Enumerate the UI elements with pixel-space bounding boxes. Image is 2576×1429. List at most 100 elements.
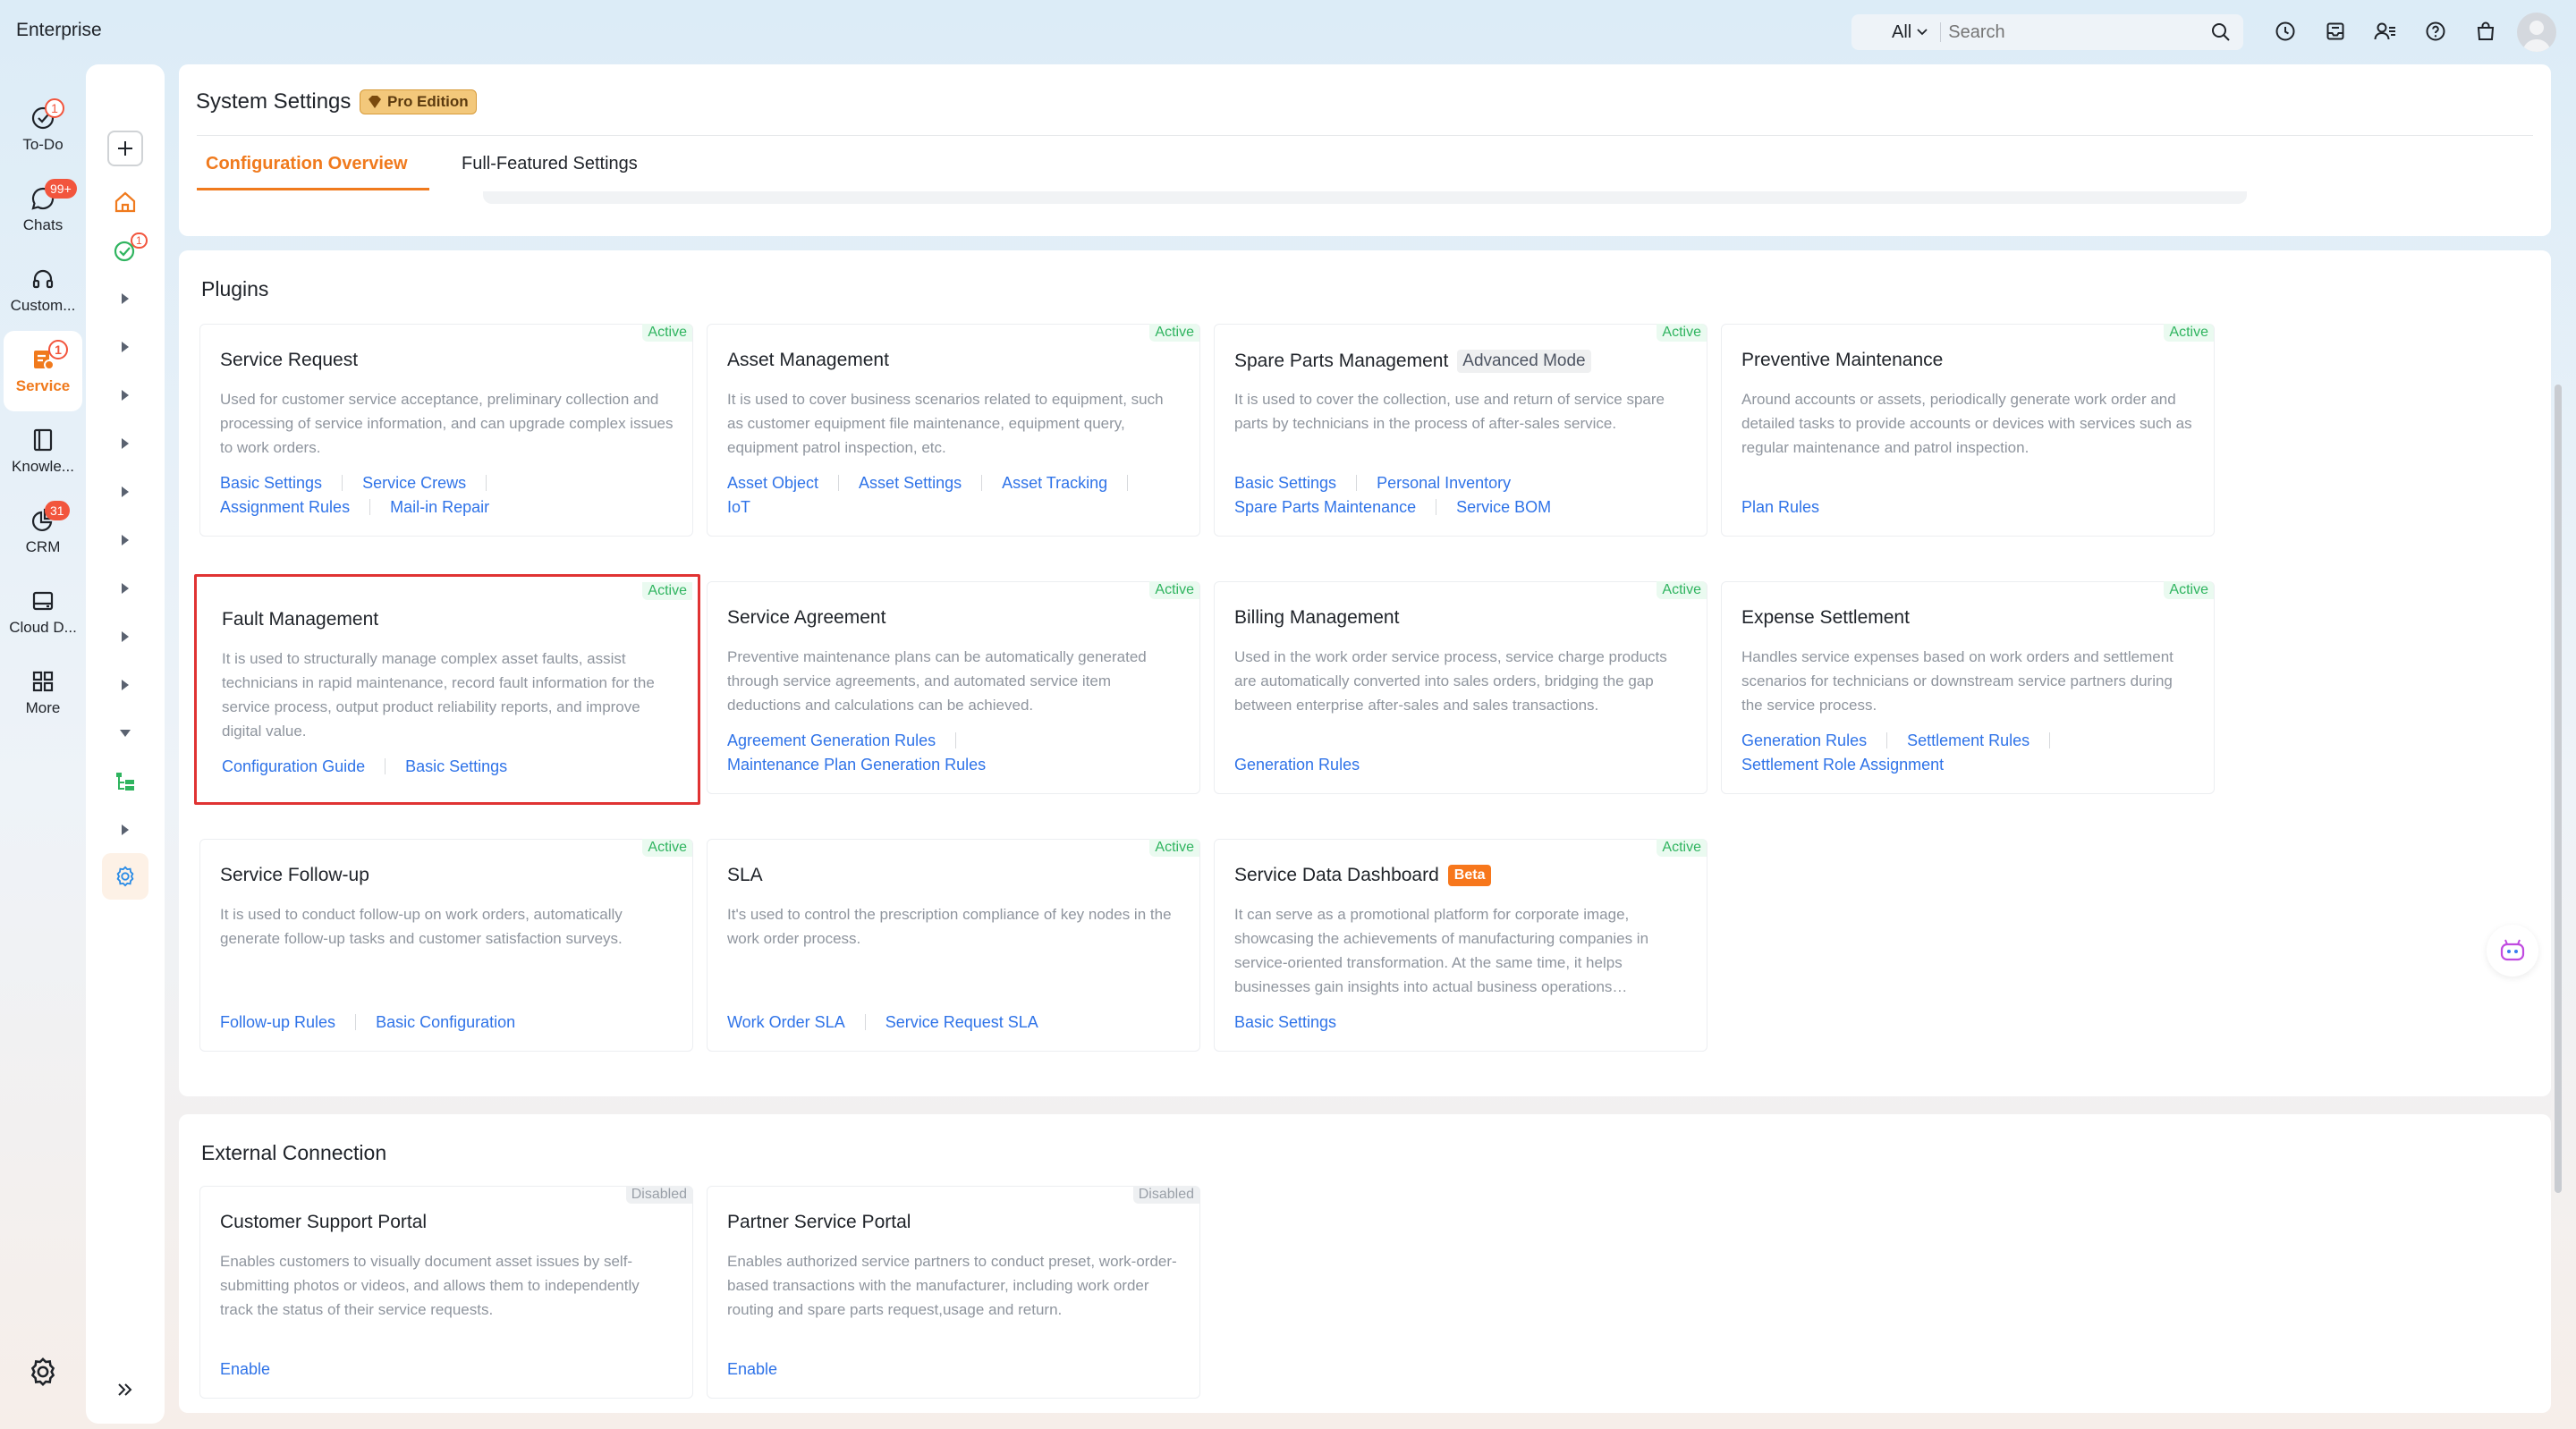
link-agreement-generation-rules[interactable]: Agreement Generation Rules bbox=[727, 731, 936, 749]
global-search[interactable]: All bbox=[1852, 14, 2243, 50]
todo-check-icon[interactable]: 1 bbox=[86, 233, 165, 268]
link-spare-parts-maintenance[interactable]: Spare Parts Maintenance bbox=[1234, 498, 1416, 516]
headset-icon bbox=[32, 269, 54, 289]
link-settlement-rules[interactable]: Settlement Rules bbox=[1907, 731, 2029, 749]
card-description: It can serve as a promotional platform f… bbox=[1234, 906, 1649, 995]
inbox-icon[interactable] bbox=[2322, 18, 2349, 45]
nav-label: Cloud D... bbox=[9, 619, 77, 636]
link-asset-settings[interactable]: Asset Settings bbox=[859, 474, 962, 492]
link-plan-rules[interactable]: Plan Rules bbox=[1741, 498, 1819, 516]
store-icon[interactable] bbox=[2472, 18, 2499, 45]
caret-right-icon[interactable] bbox=[86, 571, 165, 606]
caret-right-icon[interactable] bbox=[86, 619, 165, 655]
tree-list-icon[interactable] bbox=[86, 764, 165, 799]
enable-link[interactable]: Enable bbox=[220, 1360, 270, 1378]
nav-label: Custom... bbox=[10, 297, 76, 314]
home-icon[interactable] bbox=[86, 184, 165, 220]
link-configuration-guide[interactable]: Configuration Guide bbox=[222, 757, 365, 775]
diamond-icon bbox=[369, 96, 381, 108]
caret-down-icon[interactable] bbox=[86, 715, 165, 751]
nav-label: Service bbox=[15, 377, 71, 394]
link-service-crews[interactable]: Service Crews bbox=[362, 474, 466, 492]
assistant-bot-icon[interactable] bbox=[2487, 925, 2538, 977]
search-icon[interactable] bbox=[2211, 22, 2231, 42]
status-badge: Active bbox=[642, 582, 692, 600]
plugin-card-sla: Active SLA It's used to control the pres… bbox=[707, 839, 1200, 1052]
link-work-order-sla[interactable]: Work Order SLA bbox=[727, 1013, 845, 1031]
history-icon[interactable] bbox=[2272, 18, 2299, 45]
search-input[interactable] bbox=[1948, 21, 2182, 43]
link-maintenance-plan-generation-rules[interactable]: Maintenance Plan Generation Rules bbox=[727, 756, 986, 774]
brand-name: Enterprise bbox=[16, 20, 102, 40]
tab-configuration-overview[interactable]: Configuration Overview bbox=[206, 154, 408, 174]
link-basic-configuration[interactable]: Basic Configuration bbox=[376, 1013, 515, 1031]
section-title: External Connection bbox=[201, 1141, 387, 1164]
caret-right-icon[interactable] bbox=[86, 522, 165, 558]
nav-label: Chats bbox=[22, 216, 64, 233]
page-scrollbar[interactable] bbox=[2555, 385, 2562, 1193]
user-avatar[interactable] bbox=[2517, 13, 2556, 52]
card-description: Used in the work order service process, … bbox=[1234, 648, 1667, 714]
connection-card-customer-support-portal: Disabled Customer Support Portal Enables… bbox=[199, 1186, 693, 1399]
help-icon[interactable] bbox=[2422, 18, 2449, 45]
expand-icon[interactable] bbox=[86, 1372, 165, 1408]
caret-right-icon[interactable] bbox=[86, 329, 165, 365]
add-item[interactable] bbox=[86, 131, 165, 166]
nav-item-knowledge[interactable]: Knowle... bbox=[0, 411, 86, 492]
link-iot[interactable]: IoT bbox=[727, 498, 750, 516]
notification-badge: 1 bbox=[131, 233, 148, 249]
search-scope-select[interactable]: All bbox=[1892, 22, 1928, 43]
plugin-card-fault-management: Active Fault Management It is used to st… bbox=[194, 574, 700, 805]
nav-item-chats[interactable]: Chats 99+ bbox=[0, 170, 86, 250]
link-asset-object[interactable]: Asset Object bbox=[727, 474, 818, 492]
nav-item-todo[interactable]: To-Do 1 bbox=[0, 89, 86, 170]
caret-right-icon[interactable] bbox=[86, 426, 165, 461]
link-settlement-role-assignment[interactable]: Settlement Role Assignment bbox=[1741, 756, 1944, 774]
caret-right-icon[interactable] bbox=[86, 377, 165, 413]
link-basic-settings[interactable]: Basic Settings bbox=[220, 474, 322, 492]
card-title: Preventive Maintenance bbox=[1741, 350, 1944, 370]
link-basic-settings[interactable]: Basic Settings bbox=[1234, 1013, 1336, 1031]
card-description: It is used to cover the collection, use … bbox=[1234, 391, 1665, 432]
card-title: Service Request bbox=[220, 350, 359, 370]
card-title: Asset Management bbox=[727, 350, 889, 370]
caret-right-icon[interactable] bbox=[86, 474, 165, 510]
nav-item-service[interactable]: Service 1 bbox=[4, 331, 82, 411]
tab-full-featured-settings[interactable]: Full-Featured Settings bbox=[462, 154, 638, 174]
system-settings-nav[interactable] bbox=[86, 853, 165, 900]
link-assignment-rules[interactable]: Assignment Rules bbox=[220, 498, 350, 516]
nav-item-more[interactable]: More bbox=[0, 653, 86, 733]
caret-right-icon[interactable] bbox=[86, 812, 165, 848]
status-badge: Disabled bbox=[1132, 1186, 1199, 1204]
link-mail-in-repair[interactable]: Mail-in Repair bbox=[390, 498, 489, 516]
link-personal-inventory[interactable]: Personal Inventory bbox=[1377, 474, 1511, 492]
link-basic-settings[interactable]: Basic Settings bbox=[405, 757, 507, 775]
search-divider bbox=[1940, 22, 1942, 42]
nav-item-customer[interactable]: Custom... bbox=[0, 250, 86, 331]
notification-badge: 1 bbox=[45, 98, 64, 118]
plugin-card-preventive-maintenance: Active Preventive Maintenance Around acc… bbox=[1721, 324, 2215, 537]
drive-icon bbox=[32, 591, 54, 611]
link-generation-rules[interactable]: Generation Rules bbox=[1741, 731, 1867, 749]
status-badge: Active bbox=[1657, 581, 1707, 599]
external-connection-section: External Connection Disabled Customer Su… bbox=[179, 1114, 2551, 1413]
nav-item-crm[interactable]: CRM 31 bbox=[0, 492, 86, 572]
link-asset-tracking[interactable]: Asset Tracking bbox=[1002, 474, 1107, 492]
link-generation-rules[interactable]: Generation Rules bbox=[1234, 756, 1360, 774]
caret-right-icon[interactable] bbox=[86, 281, 165, 317]
link-basic-settings[interactable]: Basic Settings bbox=[1234, 474, 1336, 492]
settings-header: System Settings Pro Edition Configuratio… bbox=[179, 64, 2551, 236]
enable-link[interactable]: Enable bbox=[727, 1360, 777, 1378]
plugin-card-expense-settlement: Active Expense Settlement Handles servic… bbox=[1721, 581, 2215, 794]
link-service-bom[interactable]: Service BOM bbox=[1456, 498, 1551, 516]
status-badge: Active bbox=[1149, 581, 1199, 599]
link-follow-up-rules[interactable]: Follow-up Rules bbox=[220, 1013, 335, 1031]
plugin-card-billing-management: Active Billing Management Used in the wo… bbox=[1214, 581, 1707, 794]
contacts-icon[interactable] bbox=[2372, 18, 2399, 45]
link-service-request-sla[interactable]: Service Request SLA bbox=[886, 1013, 1038, 1031]
nav-item-cloud-drive[interactable]: Cloud D... bbox=[0, 572, 86, 653]
nav-label: Knowle... bbox=[12, 458, 74, 475]
caret-right-icon[interactable] bbox=[86, 667, 165, 703]
connection-card-partner-service-portal: Disabled Partner Service Portal Enables … bbox=[707, 1186, 1200, 1399]
settings-icon[interactable] bbox=[27, 1356, 59, 1392]
